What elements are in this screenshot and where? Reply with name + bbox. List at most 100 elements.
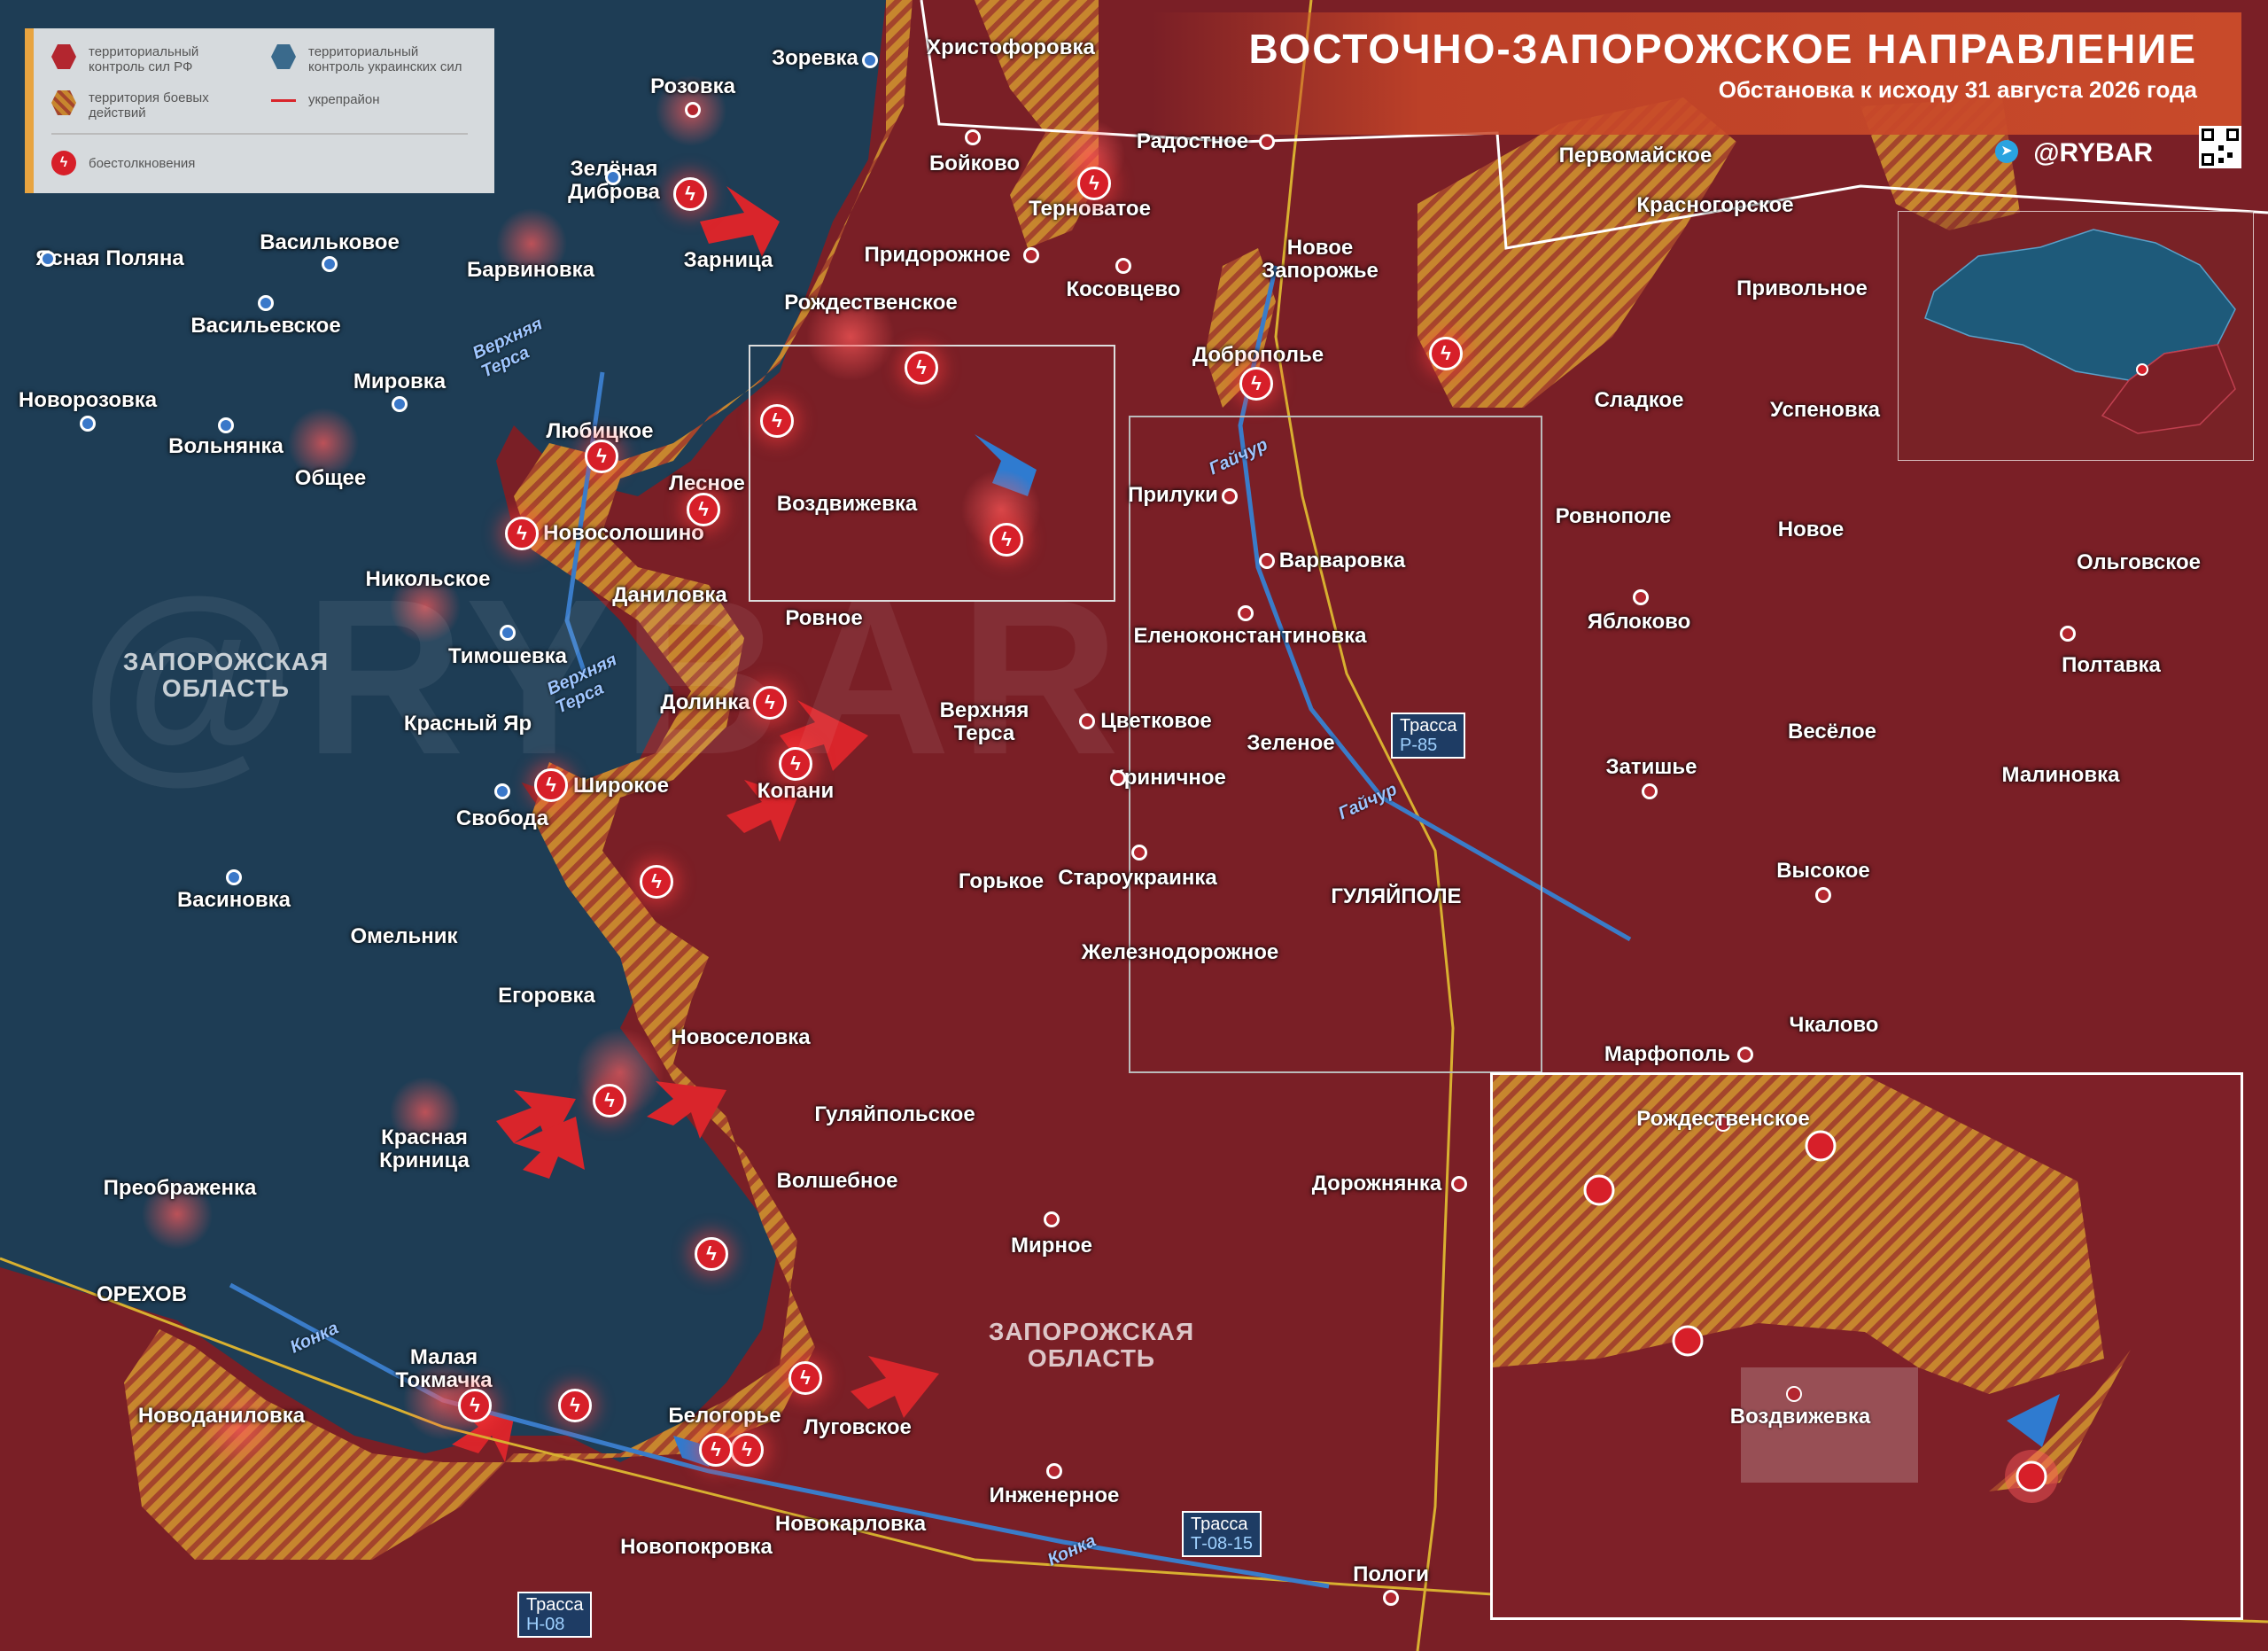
settlement-marker — [1131, 845, 1147, 861]
legend-fortified-swatch — [271, 99, 296, 102]
place-rozovka: Розовка — [650, 74, 735, 98]
place-yasnaya-polyana: Ясная Поляна — [35, 246, 184, 270]
place-zatishe: Затишье — [1605, 755, 1697, 779]
legend-ua-label: территориальный контроль украинских сил — [308, 44, 462, 74]
place-gorkoe: Горькое — [958, 869, 1045, 893]
settlement-marker — [226, 869, 242, 885]
zoom-inset: Рождественское Воздвижевка — [1490, 1072, 2243, 1620]
clash-marker: ϟ — [699, 1433, 733, 1467]
legend-divider — [51, 133, 468, 135]
settlement-marker — [1079, 713, 1095, 729]
place-mirnoe: Мирное — [1011, 1234, 1092, 1258]
place-egorovka: Егоровка — [498, 984, 595, 1008]
settlement-marker — [1737, 1047, 1753, 1063]
place-novoe-zaporozhe: Новое Запорожье — [1262, 236, 1379, 283]
place-zelenoe: Зеленое — [1247, 731, 1335, 755]
qr-code-icon — [2199, 126, 2241, 168]
highway-label-n08: Трасса Н-08 — [517, 1592, 593, 1638]
place-inzhenernoe: Инженерное — [989, 1484, 1120, 1507]
place-volnyanka: Вольнянка — [168, 434, 284, 458]
place-vasilkovoe: Васильковое — [260, 230, 400, 254]
settlement-marker — [1046, 1463, 1062, 1479]
settlement-marker — [1259, 134, 1275, 150]
legend-fortified-label: укрепрайон — [308, 92, 380, 107]
place-gulyaypole: ГУЛЯЙПОЛЕ — [1331, 884, 1462, 908]
place-elenokonstantinovka: Еленоконстантиновка — [1133, 624, 1367, 648]
clash-marker: ϟ — [788, 1361, 822, 1395]
map-subtitle: Обстановка к исходу 31 августа 2026 года — [1718, 76, 2197, 103]
settlement-marker — [862, 52, 878, 68]
place-novosoloshino: Новосолошино — [543, 521, 704, 545]
place-verhnyaya-tersa: Верхняя Терса — [939, 698, 1029, 745]
region-label-zaporozhye-south: ЗАПОРОЖСКАЯ ОБЛАСТЬ — [988, 1318, 1195, 1372]
clash-marker: ϟ — [687, 493, 720, 526]
clash-marker: ϟ — [673, 177, 707, 211]
place-danilovka: Даниловка — [612, 583, 727, 607]
settlement-marker — [1044, 1211, 1060, 1227]
settlement-marker — [1259, 553, 1275, 569]
zoom-place-rozhdestvenskoe: Рождественское — [1636, 1107, 1810, 1131]
place-chkalovo: Чкалово — [1789, 1013, 1879, 1037]
clash-marker: ϟ — [458, 1389, 492, 1422]
clash-marker: ϟ — [505, 517, 539, 550]
place-orekhov: ОРЕХОВ — [96, 1282, 188, 1306]
place-ternovatoe: Терноватое — [1029, 197, 1151, 221]
place-tsvetkovoe: Цветковое — [1100, 709, 1212, 733]
place-rovnopole: Ровнополе — [1555, 504, 1672, 528]
place-dorozhnyanka: Дорожнянка — [1311, 1172, 1442, 1195]
legend-clash-swatch: ϟ — [51, 151, 76, 175]
place-gulyaypolskoe: Гуляйпольское — [814, 1102, 975, 1126]
settlement-marker — [2060, 626, 2076, 642]
place-hristoforovka: Христофоровка — [927, 35, 1095, 59]
place-varvarovka: Варваровка — [1278, 549, 1406, 572]
place-pridorozhnoe: Придорожное — [864, 243, 1011, 267]
clash-marker: ϟ — [990, 523, 1023, 557]
clash-marker: ϟ — [1429, 337, 1463, 370]
place-lesnoe: Лесное — [669, 471, 745, 495]
legend-clash-label: боестолкновения — [89, 156, 196, 171]
place-krinichnoe: Криничное — [1111, 766, 1226, 790]
settlement-marker — [965, 129, 981, 145]
place-olgovskoe: Ольговское — [2077, 550, 2201, 574]
clash-marker: ϟ — [640, 865, 673, 899]
telegram-icon: ➤ — [1995, 140, 2018, 163]
place-marfopol: Марфополь — [1604, 1042, 1731, 1066]
settlement-marker — [1642, 783, 1658, 799]
settlement-marker — [258, 295, 274, 311]
legend-contested-swatch — [51, 90, 76, 115]
clash-marker: ϟ — [695, 1237, 728, 1271]
map-title: ВОСТОЧНО-ЗАПОРОЖСКОЕ НАПРАВЛЕНИЕ — [1248, 26, 2197, 72]
settlement-marker — [685, 102, 701, 118]
legend-ru-swatch — [51, 44, 76, 69]
place-uspenovka: Успеновка — [1770, 398, 1880, 422]
place-zarnitsa: Зарница — [683, 248, 773, 272]
place-nikolskoe: Никольское — [365, 567, 491, 591]
settlement-marker — [40, 251, 56, 267]
settlement-marker — [1451, 1176, 1467, 1192]
settlement-marker — [322, 256, 338, 272]
place-lugovskoe: Луговское — [804, 1415, 912, 1439]
place-kopani: Копани — [757, 779, 835, 803]
place-krasny-yar: Красный Яр — [403, 712, 532, 736]
place-pologi: Пологи — [1353, 1562, 1429, 1586]
place-preobrazhenka: Преображенка — [103, 1176, 257, 1200]
settlement-marker — [1815, 887, 1831, 903]
place-krasnogorskoe: Красногорское — [1636, 193, 1794, 217]
legend-ru-label: территориальный контроль сил РФ — [89, 44, 199, 74]
settlement-marker — [1023, 247, 1039, 263]
legend-contested-label: территория боевых действий — [89, 90, 209, 121]
qr-code-graphic — [2202, 128, 2239, 166]
place-zheleznodorozhnoe: Железнодорожное — [1081, 940, 1279, 964]
place-belogore: Белогорье — [668, 1404, 781, 1428]
place-rovnoe: Ровное — [785, 606, 863, 630]
place-svoboda: Свобода — [455, 806, 549, 830]
place-kosovtsevo: Косовцево — [1066, 277, 1181, 301]
place-shirokoe: Широкое — [573, 774, 669, 798]
clash-marker: ϟ — [558, 1389, 592, 1422]
place-novodanilovka: Новоданиловка — [137, 1404, 306, 1428]
place-novoselovka: Новоселовка — [671, 1025, 811, 1049]
place-pervomayskoe: Первомайское — [1558, 144, 1713, 167]
legend: территориальный контроль сил РФ территор… — [25, 28, 494, 193]
place-volshebnoe: Волшебное — [776, 1169, 898, 1193]
brand-handle: @RYBAR — [2033, 138, 2153, 167]
